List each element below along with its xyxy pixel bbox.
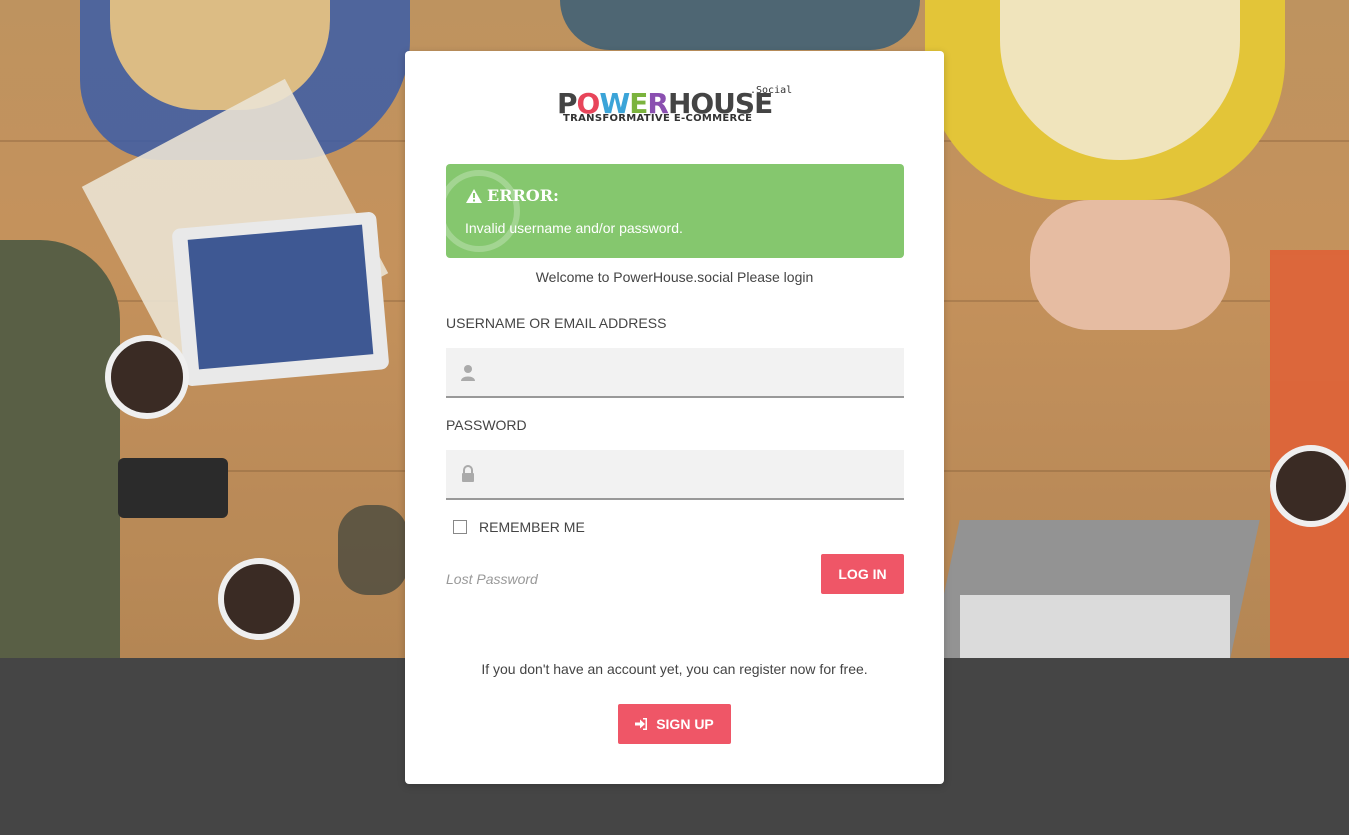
password-input[interactable] [446, 450, 904, 498]
username-input[interactable] [446, 348, 904, 396]
error-message: Invalid username and/or password. [465, 220, 683, 236]
remember-me[interactable]: REMEMBER ME [453, 519, 585, 535]
welcome-text: Welcome to PowerHouse.social Please logi… [535, 269, 814, 285]
login-button[interactable]: LOG IN [821, 554, 904, 594]
error-title: ERROR: [465, 186, 559, 205]
alert-watermark-icon [446, 170, 520, 252]
username-field[interactable] [446, 348, 904, 398]
user-icon [461, 365, 475, 381]
logo-tagline: TRANSFORMATIVE E-COMMERCE [563, 113, 753, 124]
password-label: PASSWORD [446, 417, 527, 433]
lost-password-link[interactable]: Lost Password [446, 571, 538, 587]
signup-button[interactable]: SIGN UP [618, 704, 731, 744]
remember-me-checkbox[interactable] [453, 520, 467, 534]
remember-me-label: REMEMBER ME [479, 519, 585, 535]
sign-in-icon [635, 718, 648, 730]
error-alert: ERROR: Invalid username and/or password. [446, 164, 904, 258]
logo-suffix: .Social [750, 85, 793, 96]
register-text: If you don't have an account yet, you ca… [481, 661, 868, 677]
lock-icon [462, 465, 474, 482]
username-label: USERNAME OR EMAIL ADDRESS [446, 315, 667, 331]
error-title-text: ERROR: [487, 186, 559, 205]
warning-icon [466, 188, 482, 203]
signup-label: SIGN UP [656, 716, 714, 732]
login-card: POWERHOUSE .Social TRANSFORMATIVE E-COMM… [405, 51, 944, 784]
password-field[interactable] [446, 450, 904, 500]
site-logo[interactable]: POWERHOUSE .Social TRANSFORMATIVE E-COMM… [555, 85, 795, 133]
